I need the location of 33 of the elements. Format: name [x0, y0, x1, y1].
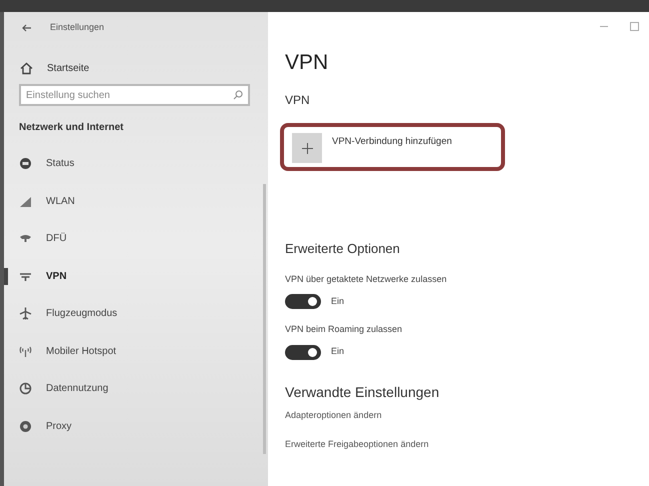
- nav-item[interactable]: DFÜ: [4, 220, 260, 258]
- page-title: VPN: [285, 52, 330, 73]
- settings-link[interactable]: Adapteroptionen ändern: [285, 408, 649, 422]
- nav-item[interactable]: Proxy: [4, 408, 260, 445]
- settings-link[interactable]: Erweiterte Freigabeoptionen ändern: [285, 438, 649, 452]
- window-title: Einstellungen: [50, 21, 104, 34]
- option-label: VPN über getaktete Netzwerke zulassen: [285, 272, 448, 286]
- antenna-icon: [19, 344, 32, 358]
- home-link[interactable]: Startseite: [16, 56, 260, 80]
- search-field[interactable]: Einstellung suchen: [19, 84, 250, 106]
- wifi-icon: [19, 194, 32, 208]
- nav-item[interactable]: Status: [4, 145, 260, 182]
- add-vpn-button[interactable]: VPN-Verbindung hinzufügen: [280, 123, 505, 171]
- toggle-switch[interactable]: [285, 344, 321, 360]
- section-heading: VPN: [285, 92, 311, 109]
- search-icon: [233, 90, 243, 100]
- pie-chart-icon: [19, 382, 32, 396]
- airplane-icon: [19, 307, 32, 320]
- section-heading: Erweiterte Optionen: [285, 240, 401, 258]
- nav-item[interactable]: VPN: [4, 258, 260, 295]
- back-icon[interactable]: [22, 23, 32, 33]
- toggle-switch[interactable]: [285, 294, 321, 309]
- toggle-state: Ein: [331, 294, 344, 308]
- section-heading: Netzwerk und Internet: [18, 121, 124, 135]
- home-icon: [20, 62, 33, 74]
- section-heading: Verwandte Einstellungen: [285, 382, 440, 402]
- toggle-state: Ein: [331, 345, 344, 358]
- nav-item[interactable]: Flugzeugmodus: [4, 295, 260, 332]
- option-label: VPN beim Roaming zulassen: [285, 323, 404, 336]
- nav-item[interactable]: Mobiler Hotspot: [4, 332, 260, 370]
- plus-icon: [292, 133, 322, 163]
- nav-item[interactable]: Datennutzung: [4, 370, 260, 408]
- nav-item[interactable]: WLAN: [4, 182, 260, 220]
